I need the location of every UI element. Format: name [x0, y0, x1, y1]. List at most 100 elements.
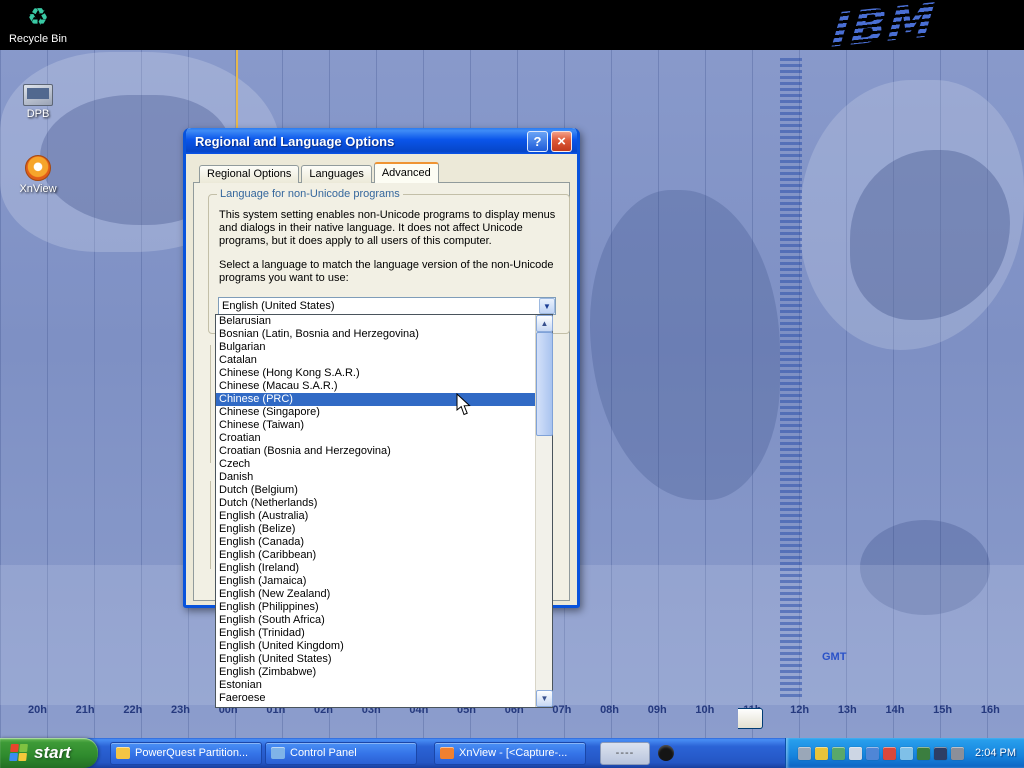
- scroll-down-icon[interactable]: ▼: [536, 690, 553, 707]
- windows-flag-icon: [9, 744, 29, 762]
- timezone-label: 16h: [981, 704, 1000, 716]
- taskbar-button-control[interactable]: Control Panel: [265, 742, 417, 765]
- scroll-up-icon[interactable]: ▲: [536, 315, 553, 332]
- timezone-label: 22h: [123, 704, 142, 716]
- chevron-down-icon[interactable]: ▼: [539, 298, 555, 314]
- taskbar-button-label: XnView - [<Capture-...: [459, 747, 567, 759]
- language-option[interactable]: English (Zimbabwe): [216, 666, 535, 679]
- volume-icon[interactable]: [849, 747, 862, 760]
- language-option[interactable]: Danish: [216, 471, 535, 484]
- display-icon[interactable]: [934, 747, 947, 760]
- language-option[interactable]: Dutch (Belgium): [216, 484, 535, 497]
- taskbar-toolbar-collapsed[interactable]: ----: [600, 742, 650, 765]
- language-option[interactable]: English (Australia): [216, 510, 535, 523]
- language-combobox[interactable]: English (United States) ▼: [218, 297, 556, 315]
- start-button-label: start: [34, 743, 71, 763]
- remote-access-icon[interactable]: [798, 747, 811, 760]
- desktop-icon-label: Recycle Bin: [0, 33, 76, 45]
- close-button[interactable]: ×: [551, 131, 572, 152]
- map-region-decoration: [800, 80, 1024, 350]
- dialog-title-bar[interactable]: Regional and Language Options ? ×: [186, 128, 577, 154]
- language-option[interactable]: Croatian (Bosnia and Herzegovina): [216, 445, 535, 458]
- messenger-icon[interactable]: [917, 747, 930, 760]
- language-option[interactable]: Chinese (Macau S.A.R.): [216, 380, 535, 393]
- gmt-label: GMT: [822, 651, 846, 663]
- list-scrollbar[interactable]: ▲ ▼: [535, 315, 552, 707]
- language-dropdown-list: BelarusianBosnian (Latin, Bosnia and Her…: [215, 314, 553, 708]
- timezone-label: 15h: [933, 704, 952, 716]
- language-option[interactable]: English (United Kingdom): [216, 640, 535, 653]
- language-option[interactable]: Belarusian: [216, 315, 535, 328]
- taskbar: start PowerQuest Partition... Control Pan…: [0, 738, 1024, 768]
- date-line-hatch-decoration: [780, 58, 802, 698]
- language-option[interactable]: Chinese (Hong Kong S.A.R.): [216, 367, 535, 380]
- description-text: This system setting enables non-Unicode …: [219, 209, 561, 248]
- language-option[interactable]: English (New Zealand): [216, 588, 535, 601]
- tray-icon-area: [798, 747, 964, 760]
- recycle-bin-icon: ♻: [0, 5, 76, 31]
- group-box-title: Language for non-Unicode programs: [217, 188, 403, 200]
- timezone-label: 07h: [552, 704, 571, 716]
- language-option[interactable]: Chinese (Singapore): [216, 406, 535, 419]
- timezone-label: 20h: [28, 704, 47, 716]
- taskbar-button-label: Control Panel: [290, 747, 357, 759]
- taskbar-button-area: PowerQuest Partition... Control Panel XnVi…: [110, 742, 586, 765]
- language-option[interactable]: English (Philippines): [216, 601, 535, 614]
- desktop-icon-xnview[interactable]: XnView: [0, 155, 76, 195]
- desktop-icon-recycle-bin[interactable]: ♻ Recycle Bin: [0, 5, 76, 45]
- tab-languages[interactable]: Languages: [301, 165, 371, 183]
- shield-icon[interactable]: [815, 747, 828, 760]
- sync-icon[interactable]: [900, 747, 913, 760]
- combobox-value: English (United States): [219, 300, 539, 312]
- desktop-icon-label: XnView: [0, 183, 76, 195]
- covered-groupbox-edge: [210, 345, 211, 463]
- language-option[interactable]: Dutch (Netherlands): [216, 497, 535, 510]
- language-option[interactable]: Estonian: [216, 679, 535, 692]
- timezone-label: 09h: [648, 704, 667, 716]
- xnview-icon: [440, 747, 454, 759]
- language-option[interactable]: Chinese (PRC): [216, 393, 535, 406]
- language-option[interactable]: English (Jamaica): [216, 575, 535, 588]
- taskbar-clock: 2:04 PM: [975, 747, 1016, 759]
- timezone-label: 12h: [790, 704, 809, 716]
- description-text: Select a language to match the language …: [219, 259, 561, 285]
- help-button[interactable]: ?: [527, 131, 548, 152]
- covered-groupbox-edge: [210, 481, 211, 569]
- usb-icon[interactable]: [951, 747, 964, 760]
- language-option[interactable]: Croatian: [216, 432, 535, 445]
- scrollbar-thumb[interactable]: [536, 332, 553, 436]
- desktop-icon-dpb[interactable]: DPB: [0, 84, 76, 120]
- start-button[interactable]: start: [0, 738, 98, 768]
- network-icon[interactable]: [866, 747, 879, 760]
- language-option[interactable]: Faeroese: [216, 692, 535, 705]
- language-option[interactable]: Chinese (Taiwan): [216, 419, 535, 432]
- update-icon[interactable]: [832, 747, 845, 760]
- taskbar-button-powerquest[interactable]: PowerQuest Partition...: [110, 742, 262, 765]
- tab-advanced[interactable]: Advanced: [374, 162, 439, 183]
- language-option[interactable]: Catalan: [216, 354, 535, 367]
- language-option[interactable]: English (Canada): [216, 536, 535, 549]
- language-option[interactable]: English (United States): [216, 653, 535, 666]
- language-option[interactable]: Czech: [216, 458, 535, 471]
- laptop-icon: [23, 84, 53, 106]
- language-option[interactable]: English (South Africa): [216, 614, 535, 627]
- language-option[interactable]: English (Ireland): [216, 562, 535, 575]
- map-region-decoration: [590, 190, 780, 500]
- map-region-decoration: [860, 520, 990, 615]
- timezone-label: 08h: [600, 704, 619, 716]
- language-option[interactable]: English (Belize): [216, 523, 535, 536]
- taskbar-dark-icon[interactable]: [658, 745, 674, 761]
- antivirus-icon[interactable]: [883, 747, 896, 760]
- system-tray: 2:04 PM: [785, 738, 1024, 768]
- tab-regional-options[interactable]: Regional Options: [199, 165, 299, 183]
- taskbar-button-label: PowerQuest Partition...: [135, 747, 248, 759]
- language-option[interactable]: Bosnian (Latin, Bosnia and Herzegovina): [216, 328, 535, 341]
- language-option[interactable]: English (Trinidad): [216, 627, 535, 640]
- folder-icon: [116, 747, 130, 759]
- covered-dialog-button[interactable]: [738, 708, 763, 729]
- taskbar-button-xnview[interactable]: XnView - [<Capture-...: [434, 742, 586, 765]
- mouse-cursor: [456, 393, 478, 417]
- language-option[interactable]: English (Caribbean): [216, 549, 535, 562]
- language-option[interactable]: Bulgarian: [216, 341, 535, 354]
- map-region-decoration: [850, 150, 1010, 320]
